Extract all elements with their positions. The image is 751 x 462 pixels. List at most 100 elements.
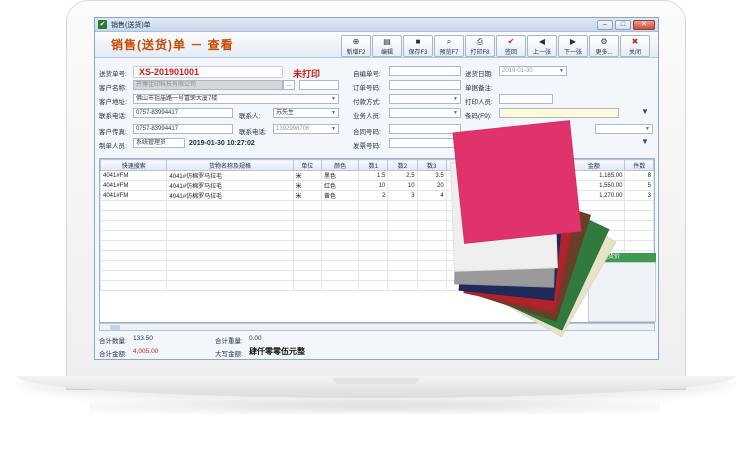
table-cell[interactable]: 3 xyxy=(624,190,654,201)
more-button[interactable]: ⚙ 更多... xyxy=(589,35,619,57)
table-cell[interactable]: 米 xyxy=(292,190,323,201)
preview-button[interactable]: ⌕ 预览F7 xyxy=(434,35,464,57)
chevron-down-icon[interactable]: ▼ xyxy=(331,125,336,133)
order-code-input[interactable] xyxy=(389,80,461,90)
horizontal-scrollbar[interactable] xyxy=(99,323,655,331)
creator-input[interactable]: 系统管理员 xyxy=(133,138,185,148)
phone-input[interactable]: 0757-83994417 xyxy=(133,108,233,118)
printer-input[interactable] xyxy=(499,94,553,104)
fabric-swatch-pink xyxy=(452,120,582,244)
close-icon: ✖ xyxy=(631,36,639,46)
close-button[interactable]: ✖ 关闭 xyxy=(620,35,650,57)
delivery-date-label: 送货日期: xyxy=(465,71,493,78)
expand-down-icon[interactable]: ▼ xyxy=(641,107,649,116)
chevron-down-icon[interactable]: ▼ xyxy=(453,109,458,117)
table-cell[interactable]: 4041#FM xyxy=(100,180,168,191)
customer-lookup-button[interactable]: … xyxy=(283,80,295,90)
table-cell[interactable]: 20 xyxy=(416,180,447,191)
invoice-label: 发票号码: xyxy=(353,143,381,150)
maximize-icon[interactable]: □ xyxy=(615,19,631,30)
chevron-down-icon[interactable]: ▼ xyxy=(453,95,458,103)
salesman-select[interactable]: ▼ xyxy=(389,108,461,118)
delivery-date-input[interactable]: 2019-01-30 ▼ xyxy=(499,66,567,76)
table-cell[interactable]: 8 xyxy=(624,170,654,181)
table-cell[interactable]: 黑色 xyxy=(320,170,360,181)
column-header[interactable]: 快速搜索 xyxy=(100,159,168,171)
table-cell[interactable]: 红色 xyxy=(320,180,360,191)
window-title: 销售(送货)单 xyxy=(111,21,151,29)
next-button[interactable]: ▶ 下一张 xyxy=(558,35,588,57)
expand-down-icon[interactable]: ▼ xyxy=(641,137,649,146)
chevron-down-icon[interactable]: ▼ xyxy=(559,67,564,75)
amount-words: 肆仟零零伍元整 xyxy=(249,347,305,356)
column-header[interactable]: 数2 xyxy=(387,159,418,171)
print-button[interactable]: ⎙ 打印F8 xyxy=(465,35,495,57)
table-cell[interactable]: 4041#仿棉罗马拉毛 xyxy=(166,180,294,191)
contact-phone-input[interactable]: 1392998706 ▼ xyxy=(273,124,339,134)
table-cell[interactable]: 10 xyxy=(387,180,418,191)
save-button[interactable]: ■ 保存F3 xyxy=(403,35,433,57)
column-header[interactable]: 货物名称及规格 xyxy=(166,159,294,171)
phone-label: 联系电话: xyxy=(99,113,127,120)
order-form: 送货单号: XS-201901001 未打印 自编单号: 送货日期: 2019-… xyxy=(95,58,658,150)
toolbar: ⊕ 新增F2 ▤ 编辑 ■ 保存F3 ⌕ 预览F7 ⎙ 打印F8 ✔ 签回 ◀ 上一张 ▶ 下一… xyxy=(341,35,650,57)
new-button[interactable]: ⊕ 新增F2 xyxy=(341,35,371,57)
contact-input[interactable]: 苏先生 ▼ xyxy=(273,108,339,118)
chevron-down-icon[interactable]: ▼ xyxy=(645,125,650,133)
total-weight: 0.00 xyxy=(249,335,262,342)
table-cell[interactable]: 黄色 xyxy=(320,190,360,201)
barcode-input[interactable] xyxy=(499,108,619,118)
app-check-icon: ✔ xyxy=(98,20,107,29)
gear-icon: ⚙ xyxy=(600,36,608,46)
laptop-notch xyxy=(333,378,419,384)
address-input[interactable]: 佛山市祖庙路一号富荣大厦7楼 ▼ xyxy=(133,94,339,104)
payment-select[interactable]: ▼ xyxy=(389,94,461,104)
custom-no-label: 自编单号: xyxy=(353,71,381,78)
edit-icon: ▤ xyxy=(383,36,391,46)
creator-label: 制单人员: xyxy=(99,143,127,150)
edit-button[interactable]: ▤ 编辑 xyxy=(372,35,402,57)
total-amount-label: 合计金额: xyxy=(99,351,127,358)
fax-input[interactable]: 0757-83994417 xyxy=(133,124,233,134)
total-qty: 133.50 xyxy=(133,335,153,342)
customer-input[interactable]: 开博佳印科技有限公司 xyxy=(133,80,283,90)
table-cell[interactable]: 10 xyxy=(358,180,389,191)
table-cell[interactable]: 3 xyxy=(387,190,418,201)
table-cell[interactable]: 5 xyxy=(624,180,654,191)
customer-label: 客户名称: xyxy=(99,85,127,92)
minimize-icon[interactable]: – xyxy=(597,19,613,30)
customer-extra-input[interactable] xyxy=(299,80,339,90)
column-header[interactable]: 件数 xyxy=(624,159,654,171)
custom-no-input[interactable] xyxy=(389,66,461,76)
table-cell[interactable]: 1.5 xyxy=(358,170,389,181)
order-no-label: 送货单号: xyxy=(99,71,127,78)
column-header[interactable]: 单位 xyxy=(292,159,323,171)
close-window-icon[interactable]: ✕ xyxy=(633,19,655,30)
table-cell[interactable]: 米 xyxy=(292,170,323,181)
table-cell[interactable]: 4041#仿棉罗马拉毛 xyxy=(166,190,294,201)
table-cell[interactable]: 米 xyxy=(292,180,323,191)
table-cell[interactable]: 2.5 xyxy=(387,170,418,181)
table-cell[interactable]: 4041#仿棉罗马拉毛 xyxy=(166,170,294,181)
column-header[interactable]: 数1 xyxy=(358,159,389,171)
chevron-down-icon[interactable]: ▼ xyxy=(331,109,336,117)
invoice-input[interactable] xyxy=(389,138,461,148)
extra-select[interactable]: ▼ xyxy=(595,124,653,134)
contract-label: 合同号码: xyxy=(353,129,381,136)
audit-button[interactable]: ✔ 签回 xyxy=(496,35,526,57)
scrollbar-thumb[interactable] xyxy=(110,325,120,330)
laptop-shadow xyxy=(90,400,660,414)
chevron-down-icon[interactable]: ▼ xyxy=(331,95,336,103)
column-header[interactable]: 颜色 xyxy=(320,159,360,171)
prev-button[interactable]: ◀ 上一张 xyxy=(527,35,557,57)
table-cell[interactable]: 3.5 xyxy=(416,170,447,181)
total-qty-label: 合计数量: xyxy=(99,338,127,345)
amount-words-label: 大写金额: xyxy=(215,351,243,358)
table-cell[interactable]: 4 xyxy=(416,190,447,201)
column-header[interactable]: 数3 xyxy=(416,159,447,171)
table-cell[interactable]: 4041#FM xyxy=(100,170,168,181)
table-cell[interactable]: 2 xyxy=(358,190,389,201)
contract-input[interactable] xyxy=(389,124,461,134)
table-cell[interactable]: 4041#FM xyxy=(100,190,168,201)
arrow-right-icon: ▶ xyxy=(569,36,577,46)
